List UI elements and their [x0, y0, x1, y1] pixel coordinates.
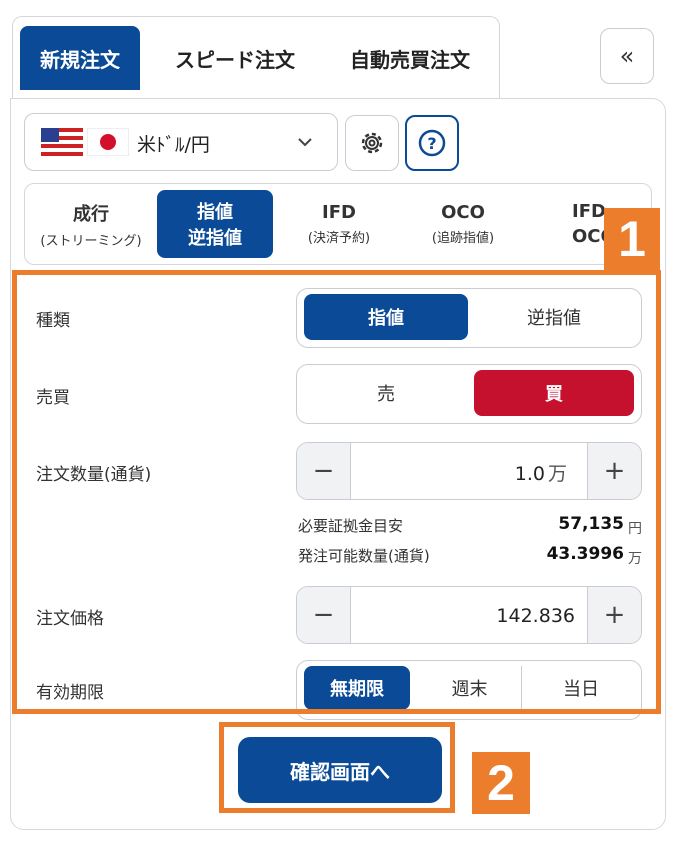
double-chevron-left-icon: « — [619, 42, 635, 70]
settings-button[interactable] — [345, 115, 399, 171]
order-type-limit-stop[interactable]: 指値 逆指値 — [157, 190, 273, 258]
tab-speed-order[interactable]: スピード注文 — [150, 26, 320, 90]
us-flag-icon — [41, 128, 83, 156]
order-type-oco[interactable]: OCO (追跡指値) — [404, 190, 522, 258]
svg-text:?: ? — [427, 134, 436, 153]
currency-pair-select[interactable]: 米ﾄﾞﾙ/円 — [24, 113, 338, 171]
annotation-number-2: 2 — [472, 752, 530, 814]
help-button[interactable]: ? — [405, 115, 459, 171]
annotation-box-2 — [219, 722, 455, 813]
order-type-market[interactable]: 成行 (ストリーミング) — [30, 190, 152, 258]
tab-new-order[interactable]: 新規注文 — [20, 26, 140, 90]
tab-auto-trade-order[interactable]: 自動売買注文 — [328, 26, 492, 90]
collapse-button[interactable]: « — [600, 28, 654, 84]
annotation-number-1: 1 — [604, 208, 660, 270]
annotation-box-1 — [12, 270, 661, 714]
jp-flag-icon — [87, 128, 129, 156]
help-icon: ? — [418, 129, 446, 157]
chevron-down-icon — [298, 138, 312, 147]
order-type-ifd[interactable]: IFD (決済予約) — [280, 190, 398, 258]
currency-pair-label: 米ﾄﾞﾙ/円 — [137, 134, 210, 156]
gear-icon — [361, 132, 383, 154]
